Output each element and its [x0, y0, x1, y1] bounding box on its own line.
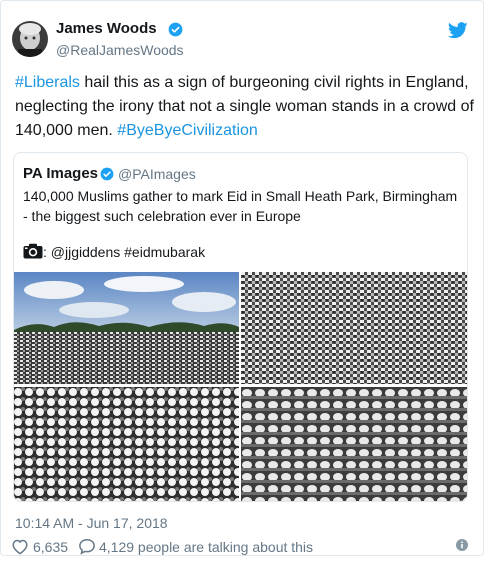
info-icon[interactable]	[456, 539, 468, 551]
hashtag-byebyecivilization[interactable]: #ByeByeCivilization	[117, 122, 258, 139]
quoted-author-handle[interactable]: @PAImages	[118, 164, 196, 184]
tweet-card: James Woods @RealJamesWoods #Liberals ha…	[0, 0, 484, 556]
tweet-text: #Liberals hail this as a sign of burgeon…	[15, 71, 475, 143]
twitter-bird-icon[interactable]	[448, 22, 468, 39]
hashtag-liberals[interactable]: #Liberals	[15, 74, 80, 91]
author-handle[interactable]: @RealJamesWoods	[56, 41, 184, 59]
crowd-park-wide-photo[interactable]	[14, 272, 239, 384]
prostrating-rows-photo[interactable]	[241, 387, 467, 501]
quoted-author-name[interactable]: PA Images	[23, 164, 98, 184]
verified-badge-icon	[168, 22, 183, 37]
heart-icon[interactable]	[11, 538, 29, 555]
quoted-tweet[interactable]: PA Images @PAImages 140,000 Muslims gath…	[13, 152, 468, 502]
crowd-rows-photo[interactable]	[241, 272, 467, 384]
kneeling-rows-photo[interactable]	[14, 387, 239, 501]
photo-grid	[14, 272, 467, 501]
quoted-text: 140,000 Muslims gather to mark Eid in Sm…	[23, 188, 458, 224]
author-name[interactable]: James Woods	[56, 19, 157, 39]
author-avatar[interactable]	[12, 21, 48, 57]
tweet-timestamp[interactable]: 10:14 AM - Jun 17, 2018	[15, 514, 168, 532]
like-count[interactable]: 6,635	[33, 538, 68, 556]
verified-badge-icon	[100, 167, 114, 181]
reply-bubble-icon[interactable]	[78, 538, 96, 555]
camera-icon	[23, 243, 43, 259]
photo-credit: : @jjgiddens #eidmubarak	[43, 244, 206, 260]
talking-count[interactable]: 4,129 people are talking about this	[99, 538, 313, 556]
